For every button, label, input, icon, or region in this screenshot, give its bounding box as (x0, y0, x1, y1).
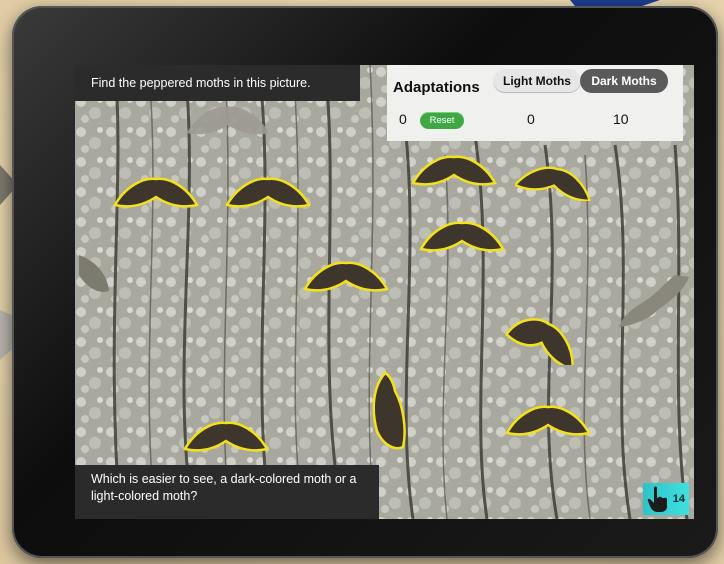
dark-moth-count: 10 (613, 111, 629, 127)
left-count: 0 (399, 111, 407, 127)
page-number: 14 (672, 493, 685, 505)
dark-moth-highlighted[interactable] (515, 161, 595, 201)
light-moth[interactable] (75, 251, 111, 301)
tab-light-moths[interactable]: Light Moths (493, 69, 581, 93)
dark-moth-highlighted[interactable] (419, 217, 505, 255)
dark-moth-highlighted[interactable] (411, 151, 497, 189)
dark-moth-highlighted[interactable] (503, 313, 583, 365)
dark-moth-highlighted[interactable] (113, 173, 199, 211)
instruction-text: Find the peppered moths in this picture. (91, 76, 311, 90)
dark-moth-highlighted[interactable] (181, 417, 271, 455)
tablet-frame: Find the peppered moths in this picture.… (12, 6, 718, 558)
light-moth[interactable] (615, 271, 691, 331)
activity-screen: Find the peppered moths in this picture.… (75, 65, 694, 519)
dark-moth-highlighted[interactable] (505, 401, 591, 439)
tab-dark-moths[interactable]: Dark Moths (580, 69, 668, 93)
dark-moth-highlighted[interactable] (303, 257, 389, 295)
panel-title: Adaptations (393, 79, 480, 96)
instruction-banner: Find the peppered moths in this picture. (75, 65, 360, 101)
light-moth-count: 0 (527, 111, 535, 127)
page-indicator[interactable]: 14 (643, 483, 689, 515)
reset-button[interactable]: Reset (420, 112, 464, 129)
hand-pointer-icon (647, 486, 667, 512)
question-banner: Which is easier to see, a dark-colored m… (75, 465, 379, 519)
question-text: Which is easier to see, a dark-colored m… (91, 472, 357, 503)
dark-moth-highlighted[interactable] (365, 371, 409, 453)
adaptations-score-panel: Adaptations Light Moths Dark Moths 0 Res… (387, 65, 683, 141)
dark-moth-highlighted[interactable] (225, 173, 311, 211)
light-moth[interactable] (185, 101, 271, 139)
